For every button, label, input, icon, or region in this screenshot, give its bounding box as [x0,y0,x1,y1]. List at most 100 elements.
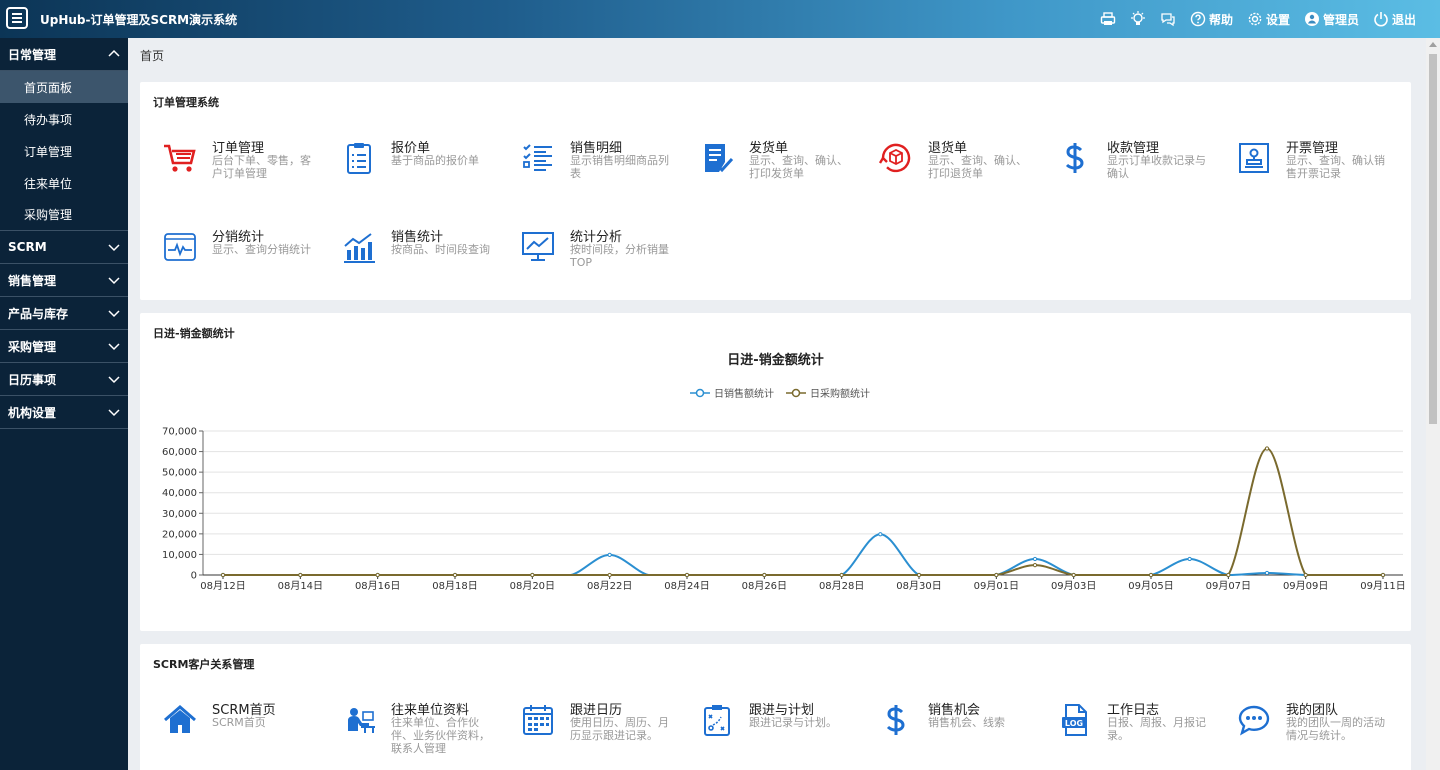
tile-analysis[interactable]: 统计分析 按时间段，分析销量TOP [498,226,673,286]
tile-followup-plan[interactable]: 跟进与计划 跟进记录与计划。 [677,699,852,759]
data-point [839,572,844,578]
sidebar-group-label: 机构设置 [8,405,57,420]
x-tick-label: 08月18日 [432,580,477,592]
tile-my-team[interactable]: 我的团队 我的团队一周的活动情况与统计。 [1214,699,1389,759]
sidebar-group-procurement[interactable]: 采购管理 [0,330,128,363]
sidebar-item-dashboard[interactable]: 首页面板 [0,71,128,103]
tile-distribution-stats[interactable]: 分销统计 显示、查询分销统计 [140,226,315,286]
chevron-up-icon [108,49,120,57]
page-scrollbar[interactable] [1426,38,1440,770]
sidebar-item-purchase[interactable]: 采购管理 [0,199,128,231]
sidebar-group-label: 采购管理 [8,339,57,354]
print-button[interactable] [1100,11,1116,27]
chat-bubble-icon [1236,703,1272,737]
sidebar-group-daily[interactable]: 日常管理 [0,38,128,71]
y-tick-label: 0 [191,571,197,582]
settings-button[interactable]: 设置 [1247,11,1290,28]
data-point [298,572,303,578]
data-point [994,572,999,578]
tips-button[interactable] [1130,11,1146,27]
logout-button[interactable]: 退出 [1373,11,1416,28]
tile-desc: 后台下单、零售，客户订单管理 [212,154,311,180]
tile-partner-data[interactable]: 往来单位资料 往来单位、合作伙伴、业务伙伴资料，联系人管理 [319,699,494,759]
tile-desc: 使用日历、周历、月历显示跟进记录。 [570,716,669,742]
tile-invoicing[interactable]: 开票管理 显示、查询、确认销售开票记录 [1214,137,1389,197]
data-point [607,552,612,557]
data-point [452,572,458,578]
sales-chart-card: 日进-销金额统计 日进-销金额统计 日销售额统计 日采购额统计 70,000 60… [140,313,1411,631]
scroll-up-icon[interactable] [1429,42,1437,47]
sidebar-group-calendar[interactable]: 日历事项 [0,363,128,396]
admin-button[interactable]: 管理员 [1304,11,1359,28]
series-line-1 [223,447,1383,576]
data-point [1032,556,1038,562]
sidebar-item-orders[interactable]: 订单管理 [0,135,128,167]
app-logo-icon[interactable] [6,7,28,29]
printer-icon [1100,12,1116,25]
x-tick-label: 09月11日 [1360,580,1405,592]
tile-sales-opportunity[interactable]: 销售机会 销售机会、线索 [856,699,1031,759]
data-point [762,572,767,578]
tile-order-management[interactable]: 订单管理 后台下单、零售，客户订单管理 [140,137,315,197]
help-button[interactable]: 帮助 [1190,11,1233,28]
tile-desc: 显示订单收款记录与确认 [1107,154,1206,180]
sidebar-item-todo[interactable]: 待办事项 [0,103,128,135]
sidebar-group-scrm[interactable]: SCRM [0,231,128,264]
tile-desc: 显示、查询、确认销售开票记录 [1286,154,1385,180]
data-point [878,532,883,537]
data-point [1303,572,1308,578]
tile-desc: 显示、查询、确认、打印退货单 [928,154,1027,180]
document-check-icon [699,141,735,175]
tile-desc: 显示、查询分销统计 [212,243,311,256]
x-tick-label: 09月03日 [1051,580,1096,592]
tile-desc: 我的团队一周的活动情况与统计。 [1286,716,1385,742]
bulb-icon [1130,11,1145,25]
log-file-icon: LOG [1057,703,1093,737]
tile-desc: SCRM首页 [212,716,266,729]
tile-scrm-home[interactable]: SCRM首页 SCRM首页 [140,699,315,759]
x-tick-label: 08月20日 [510,580,555,592]
tile-work-log[interactable]: LOG 工作日志 日报、周报、月报记录。 [1035,699,1210,759]
x-tick-label: 09月07日 [1206,580,1251,592]
chat-icon [1161,13,1175,27]
x-tick-label: 08月30日 [896,580,941,592]
sidebar-group-sales[interactable]: 销售管理 [0,264,128,297]
app-title: UpHub-订单管理及SCRM演示系统 [40,13,238,27]
chevron-down-icon [108,409,120,417]
tile-desc: 销售机会、线索 [928,716,1005,729]
tile-returns[interactable]: 退货单 显示、查询、确认、打印退货单 [856,137,1031,197]
tile-desc: 往来单位、合作伙伴、业务伙伴资料，联系人管理 [391,716,490,755]
tile-followup-calendar[interactable]: 跟进日历 使用日历、周历、月历显示跟进记录。 [498,699,673,759]
tile-shipping[interactable]: 发货单 显示、查询、确认、打印发货单 [677,137,852,197]
data-point [1264,446,1270,451]
data-point [1071,572,1076,578]
tile-desc: 按商品、时间段查询 [391,243,490,256]
data-point [1264,570,1270,576]
line-chart: 70,000 60,000 50,000 40,000 30,000 20,000 10,0… [162,427,1406,593]
x-tick-label: 08月12日 [200,580,245,592]
breadcrumb[interactable]: 首页 [140,47,164,64]
help-label: 帮助 [1208,12,1233,27]
data-point [916,572,922,578]
admin-label: 管理员 [1322,12,1359,27]
tile-desc: 显示、查询、确认、打印发货单 [749,154,848,180]
header-toolbar: 帮助 设置 管理员 退出 [1100,0,1416,38]
messages-button[interactable] [1160,11,1176,27]
help-icon [1190,11,1206,27]
scrollbar-thumb[interactable] [1429,54,1437,424]
tile-payments[interactable]: 收款管理 显示订单收款记录与确认 [1035,137,1210,197]
y-tick-label: 30,000 [162,509,197,520]
sidebar-item-partners[interactable]: 往来单位 [0,167,128,199]
tile-sales-stats[interactable]: 销售统计 按商品、时间段查询 [319,226,494,286]
tile-quotation[interactable]: 报价单 基于商品的报价单 [319,137,494,197]
dollar-icon [1057,141,1093,175]
x-tick-label: 09月09日 [1283,580,1328,592]
chevron-down-icon [108,244,120,252]
sidebar-group-org[interactable]: 机构设置 [0,396,128,429]
section-title: 订单管理系统 [153,96,219,109]
tile-sales-detail[interactable]: 销售明细 显示销售明细商品列表 [498,137,673,197]
sidebar-group-products[interactable]: 产品与库存 [0,297,128,330]
sidebar: 日常管理 首页面板 待办事项 订单管理 往来单位 采购管理 SCRM 销售管理 … [0,38,128,770]
tile-desc: 显示销售明细商品列表 [570,154,669,180]
svg-text:LOG: LOG [1065,719,1083,728]
